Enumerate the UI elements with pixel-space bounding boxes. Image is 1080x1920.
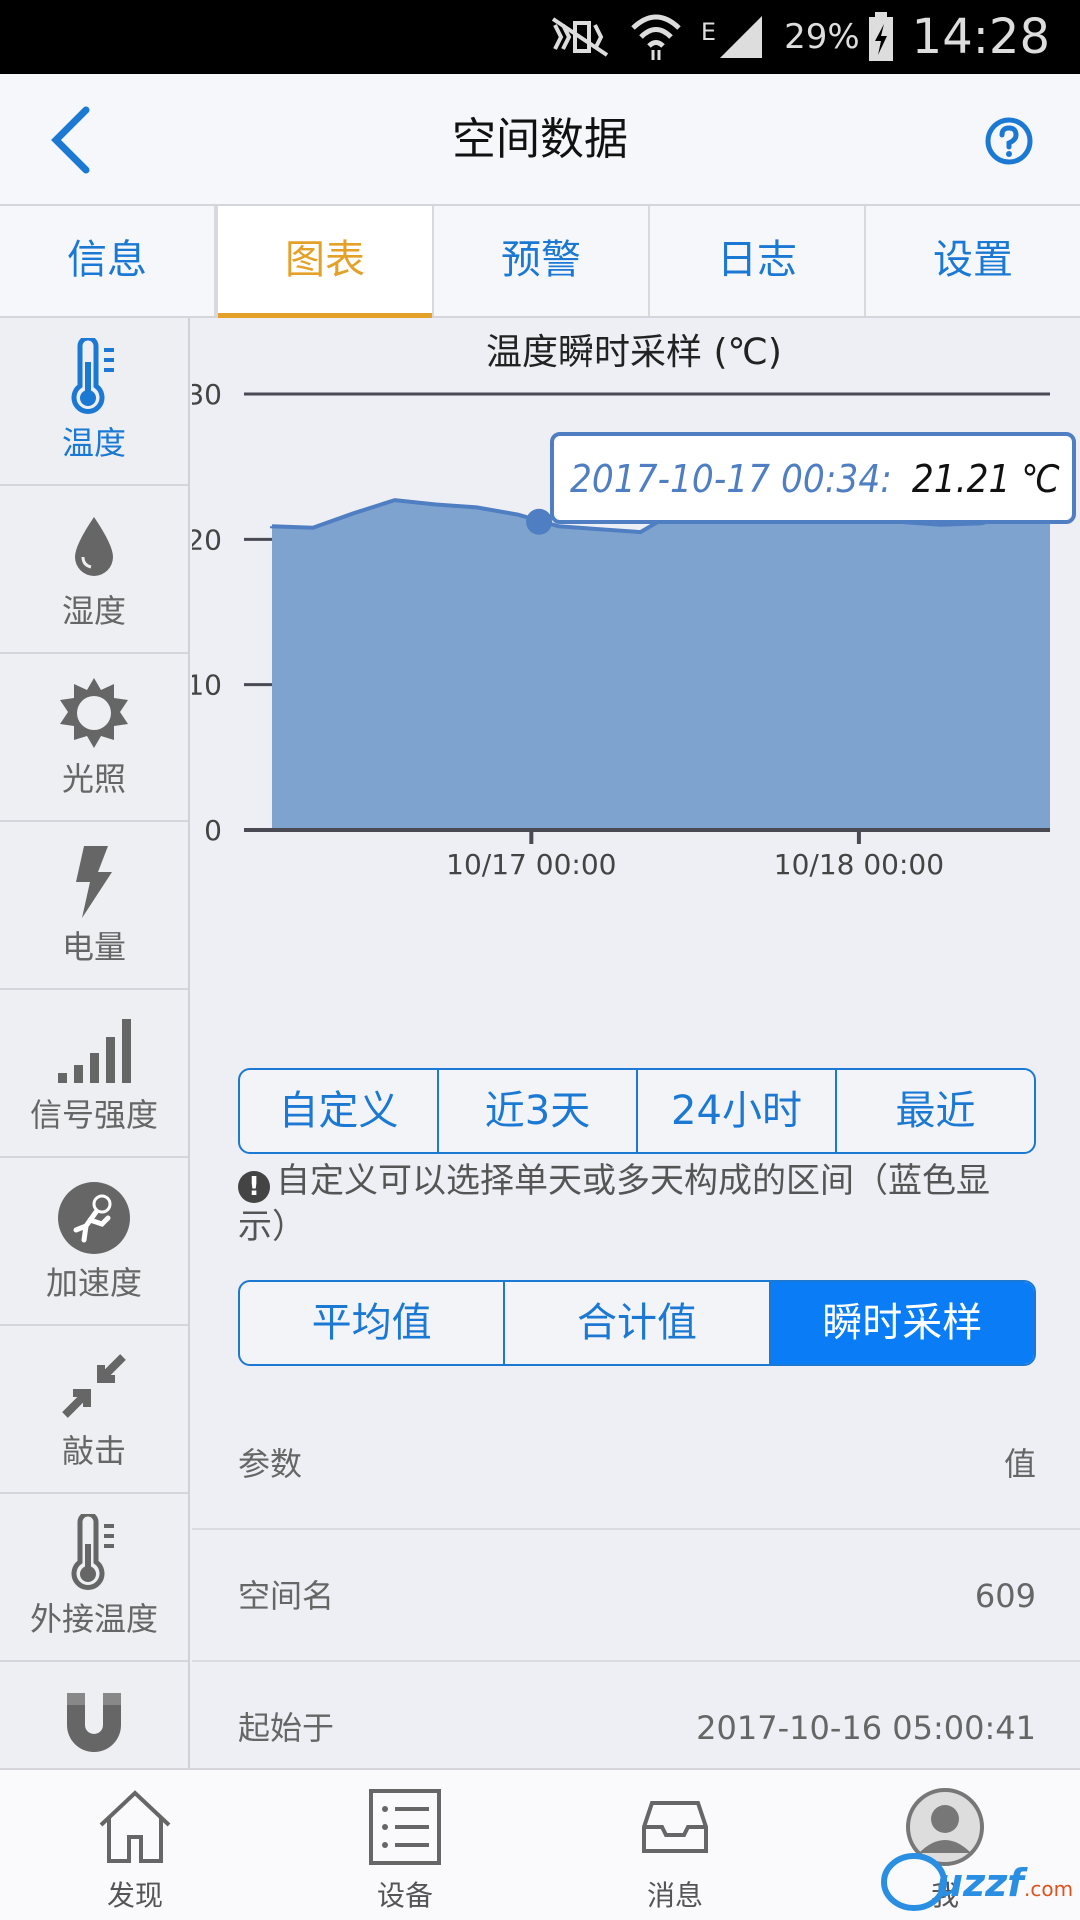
clock: 14:28: [911, 9, 1050, 65]
mode-instant-button[interactable]: 瞬时采样: [770, 1282, 1034, 1364]
sidebar-item-knock[interactable]: 敲击: [0, 1326, 188, 1494]
value-mode-selector: 平均值 合计值 瞬时采样: [238, 1280, 1036, 1366]
series-area: [272, 497, 1050, 830]
chart-panel: 温度瞬时采样 (℃) 0 10 20 30 10/17 00:00 10/18 00:0…: [192, 318, 1080, 1794]
param-header-value: 值: [1003, 1445, 1036, 1483]
collapse-arrows-icon: [62, 1354, 126, 1418]
bottom-navigation: 发现 设备 消息 我 uzzf .com: [0, 1768, 1080, 1920]
tooltip-text: 2017-10-17 00:34: 21.21 ℃: [570, 457, 1060, 501]
hint-message: 自定义可以选择单天或多天构成的区间（蓝色显示）: [238, 1161, 990, 1247]
param-header-key: 参数: [238, 1445, 303, 1483]
hover-point[interactable]: [526, 508, 553, 535]
sidebar-item-light[interactable]: 光照: [0, 654, 188, 822]
y-tick-label: 0: [204, 814, 222, 847]
nav-messages[interactable]: 消息: [540, 1770, 810, 1920]
param-key: 空间名: [238, 1577, 335, 1615]
sidebar-item-humidity[interactable]: 湿度: [0, 486, 188, 654]
signal-bars-icon: [58, 1019, 131, 1083]
y-tick-label: 30: [192, 378, 222, 411]
network-type-text: E: [700, 18, 717, 46]
inbox-icon: [642, 1801, 708, 1853]
x-tick-label: 10/18 00:00: [774, 848, 944, 881]
sun-icon: [60, 678, 128, 748]
wifi-icon: [629, 12, 683, 62]
sidebar-label: 外接温度: [29, 1600, 158, 1638]
sidebar-label: 加速度: [45, 1264, 142, 1302]
svg-text:.com: .com: [1024, 1877, 1073, 1901]
tab-bar: 信息 图表 预警 日志 设置: [0, 206, 1080, 318]
list-icon: [369, 1789, 441, 1865]
thermometer-outline-icon: [71, 1514, 114, 1590]
tab-alert[interactable]: 预警: [434, 206, 650, 316]
question-circle-icon: [985, 117, 1033, 165]
page-title: 空间数据: [452, 114, 628, 165]
lightning-icon: [76, 846, 112, 918]
battery-icon: [868, 12, 894, 62]
chart-title: 温度瞬时采样 (℃): [486, 332, 782, 373]
sidebar-item-external-temperature[interactable]: 外接温度: [0, 1494, 188, 1662]
sidebar-label: 温度: [61, 424, 126, 462]
magnet-icon: [67, 1693, 121, 1752]
nav-label: 发现: [106, 1879, 163, 1912]
network-type-icon: E: [701, 12, 766, 62]
tooltip-value: 21.21 ℃: [912, 457, 1060, 501]
nav-discover[interactable]: 发现: [0, 1770, 270, 1920]
sidebar-item-magnet[interactable]: [0, 1662, 188, 1768]
svg-text:uzzf: uzzf: [936, 1861, 1028, 1905]
drop-icon: [75, 517, 113, 576]
sidebar-label: 光照: [61, 760, 126, 798]
thermometer-icon: [71, 338, 114, 414]
chevron-left-icon: [51, 106, 90, 174]
sidebar-item-acceleration[interactable]: 加速度: [0, 1158, 188, 1326]
sidebar-item-signal[interactable]: 信号强度: [0, 990, 188, 1158]
range-custom-button[interactable]: 自定义: [240, 1070, 439, 1152]
sidebar-label: 湿度: [61, 592, 126, 630]
exclamation-icon: !: [238, 1171, 270, 1203]
astronaut-icon: [58, 1182, 130, 1254]
nav-label: 消息: [646, 1879, 703, 1912]
chart-tooltip: 2017-10-17 00:34: 21.21 ℃: [550, 432, 1076, 524]
tab-log[interactable]: 日志: [650, 206, 866, 316]
hint-text: ! 自定义可以选择单天或多天构成的区间（蓝色显示）: [238, 1158, 1038, 1250]
y-tick-label: 20: [192, 523, 222, 556]
watermark-logo: uzzf .com: [881, 1853, 1073, 1911]
nav-label: 设备: [376, 1879, 433, 1912]
sensor-sidebar: 温度 湿度 光照 电量 信号强度 加速度 敲击 外接温度: [0, 318, 190, 1768]
range-24h-button[interactable]: 24小时: [638, 1070, 837, 1152]
tab-chart[interactable]: 图表: [216, 206, 434, 318]
range-recent-button[interactable]: 最近: [837, 1070, 1034, 1152]
x-tick-label: 10/17 00:00: [446, 848, 616, 881]
sidebar-label: 信号强度: [29, 1096, 158, 1134]
status-bar: E 29% 14:28: [0, 0, 1080, 74]
back-button[interactable]: [40, 102, 110, 178]
sidebar-item-temperature[interactable]: 温度: [0, 318, 188, 486]
y-tick-label: 10: [192, 669, 222, 702]
nav-devices[interactable]: 设备: [270, 1770, 540, 1920]
time-range-selector: 自定义 近3天 24小时 最近: [238, 1068, 1036, 1154]
param-value: 609: [974, 1577, 1036, 1615]
home-icon: [99, 1790, 171, 1863]
mute-vibrate-icon: [549, 15, 611, 59]
mode-average-button[interactable]: 平均值: [240, 1282, 506, 1364]
battery-percent: 29%: [784, 17, 860, 57]
sidebar-label: 敲击: [61, 1432, 126, 1470]
param-table-header: 参数 值: [192, 1398, 1080, 1530]
table-row: 空间名 609: [192, 1530, 1080, 1662]
mode-sum-button[interactable]: 合计值: [505, 1282, 771, 1364]
tab-info[interactable]: 信息: [0, 206, 216, 316]
sidebar-label: 电量: [61, 928, 126, 966]
tooltip-label: 2017-10-17 00:34:: [570, 457, 892, 501]
help-button[interactable]: [984, 116, 1034, 166]
temperature-chart: 温度瞬时采样 (℃) 0 10 20 30 10/17 00:00 10/18 00:0…: [192, 332, 1076, 881]
tab-settings[interactable]: 设置: [866, 206, 1080, 316]
app-header: 空间数据: [0, 74, 1080, 206]
sidebar-item-battery[interactable]: 电量: [0, 822, 188, 990]
range-3days-button[interactable]: 近3天: [439, 1070, 638, 1152]
